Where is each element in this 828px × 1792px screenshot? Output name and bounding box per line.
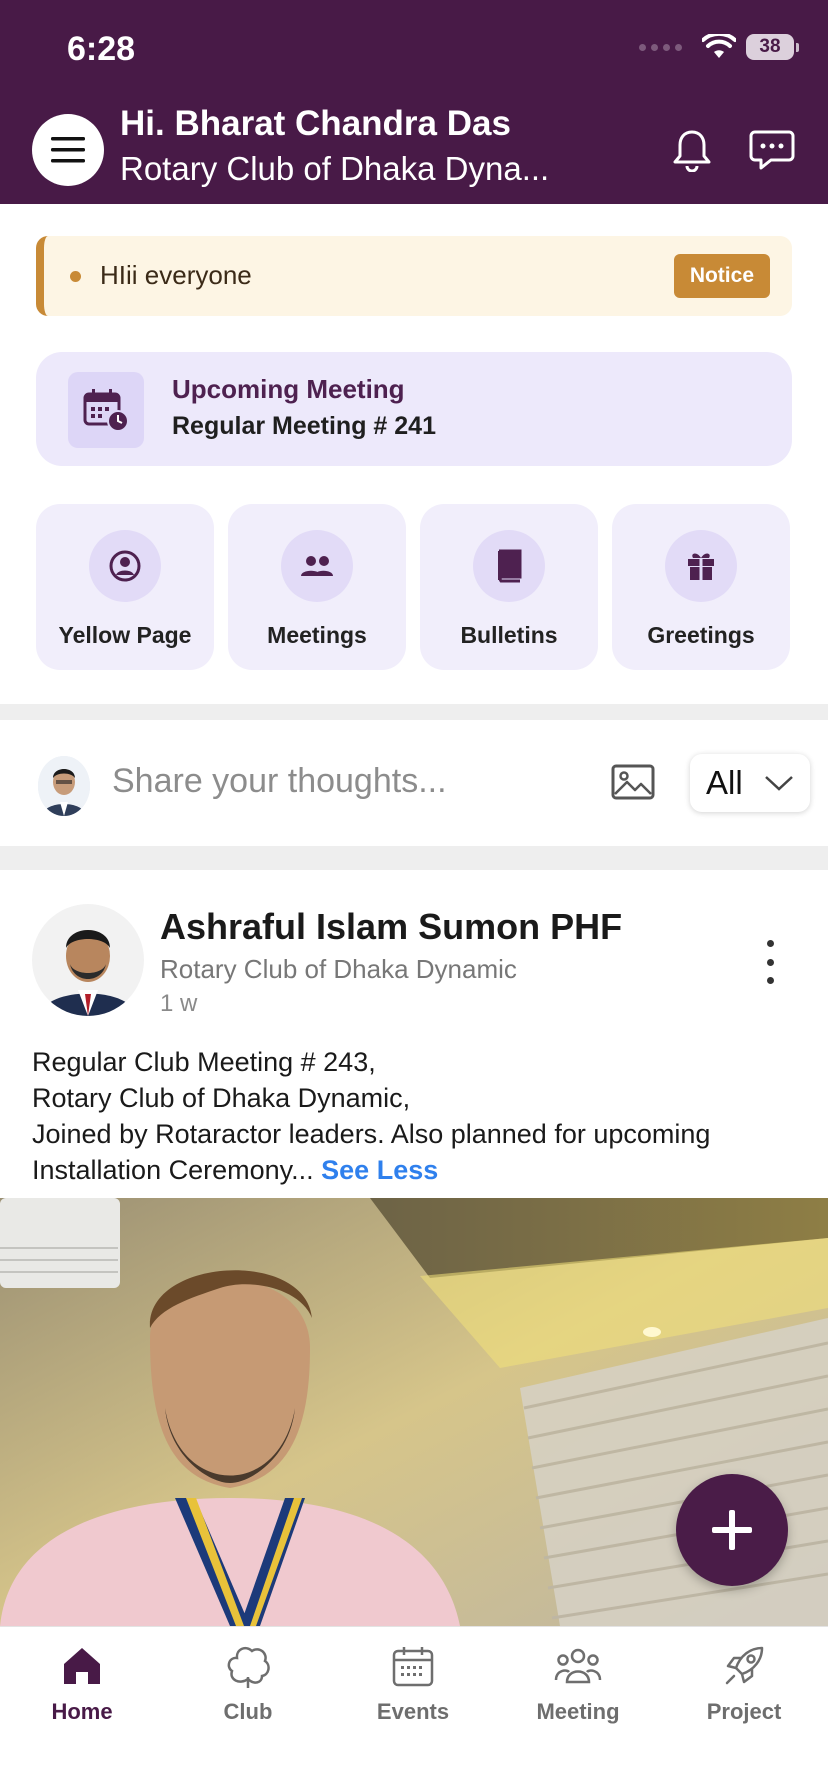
- quick-action-bulletins[interactable]: Bulletins: [420, 504, 598, 670]
- club-subtitle: Rotary Club of Dhaka Dyna...: [120, 150, 550, 187]
- nav-club[interactable]: Club: [173, 1641, 323, 1737]
- notice-badge: Notice: [673, 254, 770, 298]
- status-icons: 38: [639, 34, 799, 60]
- menu-button[interactable]: [32, 114, 104, 186]
- quick-action-label: Yellow Page: [58, 622, 192, 648]
- battery-indicator: 38: [746, 34, 799, 60]
- upcoming-meeting-card[interactable]: Upcoming Meeting Regular Meeting # 241: [36, 352, 792, 466]
- quick-action-meetings[interactable]: Meetings: [228, 504, 406, 670]
- bell-icon: [673, 130, 711, 172]
- notice-banner[interactable]: HIii everyone Notice: [36, 236, 792, 316]
- post-author-club: Rotary Club of Dhaka Dynamic: [160, 954, 517, 984]
- status-time: 6:28: [67, 30, 136, 68]
- post-more-button[interactable]: [754, 940, 786, 984]
- wifi-icon: [702, 34, 736, 58]
- nav-label: Meeting: [536, 1699, 620, 1724]
- notifications-button[interactable]: [666, 124, 718, 176]
- quick-icon-wrap: [665, 530, 737, 602]
- quick-action-label: Bulletins: [460, 622, 558, 648]
- quick-action-yellow-page[interactable]: Yellow Page: [36, 504, 214, 670]
- plus-icon: [712, 1510, 752, 1550]
- app-header: 6:28 38 Hi. Bharat Chandra Das Rotary Cl…: [0, 0, 828, 204]
- quick-action-greetings[interactable]: Greetings: [612, 504, 790, 670]
- greeting-title: Hi. Bharat Chandra Das: [120, 104, 511, 143]
- calendar-icon: [392, 1647, 434, 1687]
- meeting-calendar-box: [68, 372, 144, 448]
- post-author-avatar[interactable]: [32, 904, 144, 1016]
- post-filter-value: All: [706, 764, 743, 801]
- chat-icon: [749, 130, 795, 170]
- post-text-last-line: Installation Ceremony... See Less: [32, 1152, 802, 1188]
- add-image-button[interactable]: [610, 762, 656, 802]
- section-divider: [0, 846, 828, 870]
- see-less-link[interactable]: See Less: [321, 1155, 438, 1185]
- post-filter-dropdown[interactable]: All: [690, 754, 810, 812]
- nav-events[interactable]: Events: [338, 1641, 488, 1737]
- image-icon: [611, 764, 655, 800]
- signal-icon: [639, 43, 682, 51]
- person-circle-icon: [109, 550, 141, 582]
- post-text-line: Rotary Club of Dhaka Dynamic,: [32, 1083, 411, 1113]
- chevron-down-icon: [765, 776, 793, 791]
- upcoming-meeting-title: Regular Meeting # 241: [172, 412, 436, 440]
- notice-bullet: [70, 271, 81, 282]
- book-icon: [498, 549, 522, 583]
- post-text-line: Joined by Rotaractor leaders. Also plann…: [32, 1119, 711, 1149]
- share-thoughts-input[interactable]: Share your thoughts...: [112, 762, 447, 801]
- user-avatar: [38, 756, 90, 816]
- nav-label: Events: [376, 1699, 450, 1724]
- upcoming-meeting-label: Upcoming Meeting: [172, 374, 405, 404]
- nav-project[interactable]: Project: [669, 1641, 819, 1737]
- nav-meeting[interactable]: Meeting: [503, 1641, 653, 1737]
- messages-button[interactable]: [746, 124, 798, 176]
- section-divider: [0, 704, 828, 720]
- post-text-line: Regular Club Meeting # 243,: [32, 1047, 376, 1077]
- club-icon: [227, 1646, 270, 1688]
- quick-icon-wrap: [281, 530, 353, 602]
- people-icon: [301, 556, 333, 576]
- notice-text: HIii everyone: [100, 260, 252, 290]
- bottom-navigation: Home Club Events Meeting Project: [0, 1626, 828, 1792]
- more-vertical-icon: [766, 940, 774, 947]
- nav-label: Project: [706, 1699, 782, 1724]
- post-body: Regular Club Meeting # 243, Rotary Club …: [32, 1044, 802, 1188]
- quick-action-label: Meetings: [267, 622, 367, 648]
- rocket-icon: [725, 1646, 764, 1685]
- hamburger-icon: [51, 137, 85, 163]
- post-text-line: Installation Ceremony...: [32, 1155, 314, 1185]
- home-icon: [64, 1648, 100, 1684]
- nav-home[interactable]: Home: [7, 1641, 157, 1737]
- post-timestamp: 1 w: [160, 990, 198, 1017]
- quick-action-label: Greetings: [647, 622, 755, 648]
- nav-label: Club: [223, 1699, 273, 1724]
- post-author-name[interactable]: Ashraful Islam Sumon PHF: [160, 906, 622, 948]
- quick-icon-wrap: [473, 530, 545, 602]
- create-post-button[interactable]: [676, 1474, 788, 1586]
- nav-label: Home: [51, 1699, 113, 1724]
- quick-icon-wrap: [89, 530, 161, 602]
- group-icon: [554, 1648, 602, 1684]
- gift-icon: [688, 553, 714, 580]
- calendar-clock-icon: [83, 389, 129, 432]
